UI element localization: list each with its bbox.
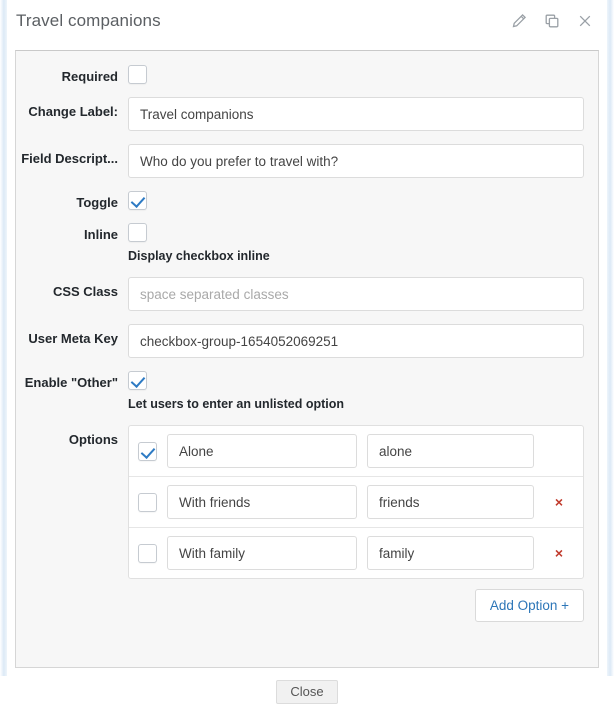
add-option-wrap: Add Option + — [128, 589, 584, 622]
toggle-checkbox[interactable] — [128, 191, 147, 210]
inline-checkbox[interactable] — [128, 223, 147, 242]
css-class-field — [128, 277, 584, 311]
user-meta-key-input[interactable] — [128, 324, 584, 358]
panel-title: Travel companions — [16, 11, 161, 30]
css-class-label: CSS Class — [52, 284, 118, 299]
required-checkbox[interactable] — [128, 65, 147, 84]
option-default-checkbox[interactable] — [138, 543, 157, 563]
option-delete-icon[interactable]: × — [544, 546, 574, 560]
options-table: × × × — [128, 425, 584, 579]
change-label-input[interactable] — [128, 97, 584, 131]
inline-field: Display checkbox inline — [128, 223, 584, 264]
toggle-field — [128, 191, 584, 210]
required-label: Required — [61, 69, 118, 84]
inline-helper-text: Display checkbox inline — [128, 249, 270, 263]
enable-other-field: Let users to enter an unlisted option — [128, 371, 584, 412]
option-delete-icon[interactable]: × — [544, 495, 574, 509]
dialog-root: Travel companions Required Change Label:… — [0, 0, 614, 710]
close-button[interactable]: Close — [276, 680, 338, 704]
required-field — [128, 65, 584, 84]
duplicate-icon[interactable] — [543, 13, 560, 30]
option-default-checkbox[interactable] — [138, 441, 157, 461]
options-field: × × × — [128, 425, 584, 622]
row-field-description: Field Descript... — [16, 144, 584, 178]
toggle-label: Toggle — [76, 195, 118, 210]
header-actions — [510, 13, 597, 30]
row-css-class: CSS Class — [16, 277, 584, 311]
inline-label: Inline — [84, 227, 118, 242]
row-user-meta-key: User Meta Key — [16, 324, 584, 358]
field-description-label: Field Descript... — [21, 151, 118, 166]
options-label: Options — [68, 432, 118, 447]
add-option-button[interactable]: Add Option + — [474, 589, 584, 622]
field-description-field — [128, 144, 584, 178]
panel-body: Required Change Label: Field Descript... — [15, 50, 599, 668]
change-label-field — [128, 97, 584, 131]
user-meta-key-field — [128, 324, 584, 358]
row-change-label: Change Label: — [16, 97, 584, 131]
option-row: × — [129, 477, 583, 528]
enable-other-helper-text: Let users to enter an unlisted option — [128, 397, 344, 411]
dialog-footer: Close — [0, 676, 614, 710]
field-settings-panel: Travel companions Required Change Label:… — [7, 0, 607, 676]
option-row: × — [129, 426, 583, 477]
option-value-input[interactable] — [367, 485, 534, 519]
option-label-input[interactable] — [167, 485, 357, 519]
page-gutter-right — [607, 0, 614, 710]
row-inline: Inline Display checkbox inline — [16, 223, 584, 264]
option-default-checkbox[interactable] — [138, 492, 157, 512]
option-row: × — [129, 528, 583, 578]
close-icon[interactable] — [576, 13, 593, 30]
field-description-input[interactable] — [128, 144, 584, 178]
panel-header: Travel companions — [7, 0, 607, 42]
row-toggle: Toggle — [16, 191, 584, 210]
user-meta-key-label: User Meta Key — [28, 331, 118, 346]
option-value-input[interactable] — [367, 536, 534, 570]
change-label-label: Change Label: — [28, 104, 118, 119]
row-options: Options × × — [16, 425, 584, 622]
option-label-input[interactable] — [167, 434, 357, 468]
enable-other-label: Enable "Other" — [24, 375, 118, 390]
css-class-input[interactable] — [128, 277, 584, 311]
option-label-input[interactable] — [167, 536, 357, 570]
enable-other-checkbox[interactable] — [128, 371, 147, 390]
page-gutter-left — [0, 0, 7, 710]
option-value-input[interactable] — [367, 434, 534, 468]
edit-pencil-icon[interactable] — [510, 13, 527, 30]
row-enable-other: Enable "Other" Let users to enter an unl… — [16, 371, 584, 412]
row-required: Required — [16, 65, 584, 84]
